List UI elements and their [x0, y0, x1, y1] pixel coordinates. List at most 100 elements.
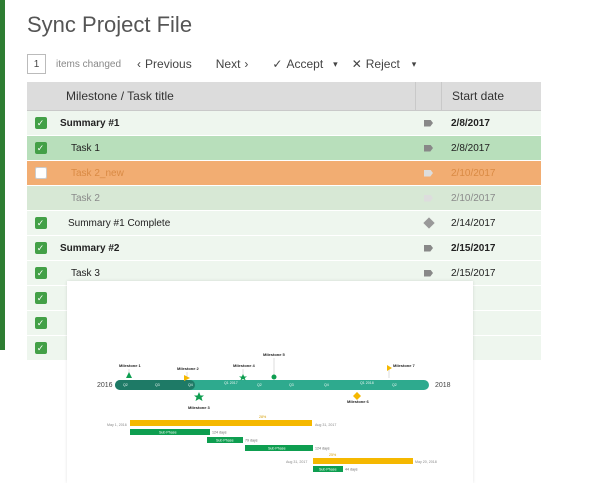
row-title: Task 2: [71, 192, 100, 204]
check-icon: ✓: [34, 292, 47, 304]
milestone-marker: [239, 374, 247, 381]
accept-label: Accept: [286, 57, 324, 71]
row-tag: [416, 169, 441, 177]
x-icon: ✕: [351, 57, 362, 71]
subphase-label: Sub Phase: [216, 439, 234, 443]
quarter-label: Q2: [123, 383, 128, 387]
toolbar: 1 items changed ‹ Previous Next › ✓ Acce…: [27, 52, 416, 76]
table-row[interactable]: ✓ Summary #2 2/15/2017: [27, 236, 541, 261]
milestone-label: Milestone 3: [188, 405, 211, 410]
table-row[interactable]: ✓ Summary #1 2/8/2017: [27, 111, 541, 136]
row-title: Summary #1 Complete: [68, 217, 171, 229]
row-title: Summary #1: [60, 117, 120, 129]
reject-dropdown-icon[interactable]: ▾: [412, 59, 417, 70]
header-start-date[interactable]: Start date: [442, 82, 541, 110]
subphase-days: 124 days: [315, 447, 330, 451]
milestone-label: Milestone 6: [347, 399, 370, 404]
milestone-marker: [271, 374, 277, 380]
quarter-label: Q2: [392, 383, 397, 387]
reject-button[interactable]: ✕ Reject: [352, 57, 400, 71]
subphase-days: 44 days: [345, 468, 358, 472]
row-date: 2/14/2017: [451, 217, 496, 229]
bar-left-date: May 1, 2016: [107, 423, 127, 427]
row-date: 2/8/2017: [451, 142, 490, 154]
subphase-days: 124 days: [212, 431, 227, 435]
table-row[interactable]: ✓ Task 1 2/8/2017: [27, 136, 541, 161]
timeline-chart: 2016 2018 Q2 Q3 Q4 Q1 2017 Q2 Q3 Q4 Q1 2…: [97, 352, 451, 472]
table-row[interactable]: ✓ Summary #1 Complete 2/14/2017: [27, 211, 541, 236]
next-label: Next: [215, 57, 241, 71]
row-title: Summary #2: [60, 242, 120, 254]
row-tag: [416, 194, 441, 202]
milestone-marker: [194, 392, 204, 401]
header-tag-col: [416, 82, 442, 110]
bar-percent: 25%: [329, 453, 337, 457]
row-title: Task 2_new: [71, 167, 124, 179]
bar-percent: 28%: [259, 415, 267, 419]
milestone-marker: [126, 372, 132, 378]
items-changed-label: items changed: [56, 58, 122, 70]
row-checkbox[interactable]: ✓: [27, 217, 54, 229]
milestone-label: Milestone 5: [263, 352, 286, 357]
check-icon: ✓: [34, 317, 47, 329]
header-check-col: [27, 82, 54, 110]
left-accent-bar: [0, 0, 5, 350]
row-title: Task 1: [71, 142, 100, 154]
row-checkbox[interactable]: ✓: [27, 117, 54, 129]
quarter-label: Q3: [155, 383, 160, 387]
header-title[interactable]: Milestone / Task title: [54, 82, 416, 110]
table-row[interactable]: Task 2 2/10/2017: [27, 186, 541, 211]
row-checkbox[interactable]: [27, 167, 54, 179]
previous-button[interactable]: ‹ Previous: [137, 57, 192, 71]
row-checkbox[interactable]: ✓: [27, 267, 54, 279]
bar-left-date: Aug 31, 2017: [286, 460, 307, 464]
unchecked-box: [34, 167, 47, 179]
row-checkbox[interactable]: ✓: [27, 242, 54, 254]
phase-bar: [130, 420, 312, 426]
tag-icon: [424, 119, 433, 127]
check-icon: ✓: [34, 342, 47, 354]
row-tag: [416, 217, 441, 229]
table-row[interactable]: Task 2_new 2/10/2017: [27, 161, 541, 186]
changed-count: 1: [27, 54, 46, 74]
bar-right-date: May 20, 2018: [415, 460, 437, 464]
row-date: 2/10/2017: [451, 167, 496, 179]
milestone-label: Milestone 7: [393, 363, 416, 368]
quarter-label: Q1 2018: [360, 381, 374, 385]
row-tag: [416, 119, 441, 127]
row-checkbox[interactable]: ✓: [27, 317, 54, 329]
subphase-label: Sub Phase: [159, 431, 177, 435]
row-checkbox[interactable]: ✓: [27, 342, 54, 354]
next-button[interactable]: Next ›: [216, 57, 249, 71]
check-icon: ✓: [272, 57, 283, 71]
check-icon: ✓: [34, 242, 47, 254]
quarter-label: Q3: [289, 383, 294, 387]
row-date: 2/15/2017: [451, 267, 496, 279]
phase-bar: [313, 458, 413, 464]
page-title: Sync Project File: [27, 12, 193, 37]
accept-dropdown-icon[interactable]: ▾: [333, 59, 338, 70]
row-tag: [416, 144, 441, 152]
subphase-days: 79 days: [245, 439, 258, 443]
milestone-label: Milestone 4: [233, 363, 256, 368]
start-year-label: 2016: [97, 382, 113, 389]
previous-label: Previous: [145, 57, 192, 71]
row-tag: [416, 244, 441, 252]
subphase-label: Sub Phase: [268, 447, 286, 451]
reject-label: Reject: [365, 57, 400, 71]
chevron-left-icon: ‹: [137, 57, 142, 71]
row-checkbox[interactable]: ✓: [27, 292, 54, 304]
quarter-label: Q2: [257, 383, 262, 387]
row-title: Task 3: [71, 267, 100, 279]
row-checkbox[interactable]: ✓: [27, 142, 54, 154]
row-date: 2/10/2017: [451, 192, 496, 204]
tag-icon: [424, 269, 433, 277]
check-icon: ✓: [34, 267, 47, 279]
accept-button[interactable]: ✓ Accept: [272, 57, 323, 71]
quarter-label: Q4: [188, 383, 193, 387]
tag-icon: [424, 244, 433, 252]
grid-header: Milestone / Task title Start date: [27, 82, 541, 111]
check-icon: ✓: [34, 142, 47, 154]
row-date: 2/8/2017: [451, 117, 490, 129]
subphase-label: Sub Phase: [319, 468, 337, 472]
